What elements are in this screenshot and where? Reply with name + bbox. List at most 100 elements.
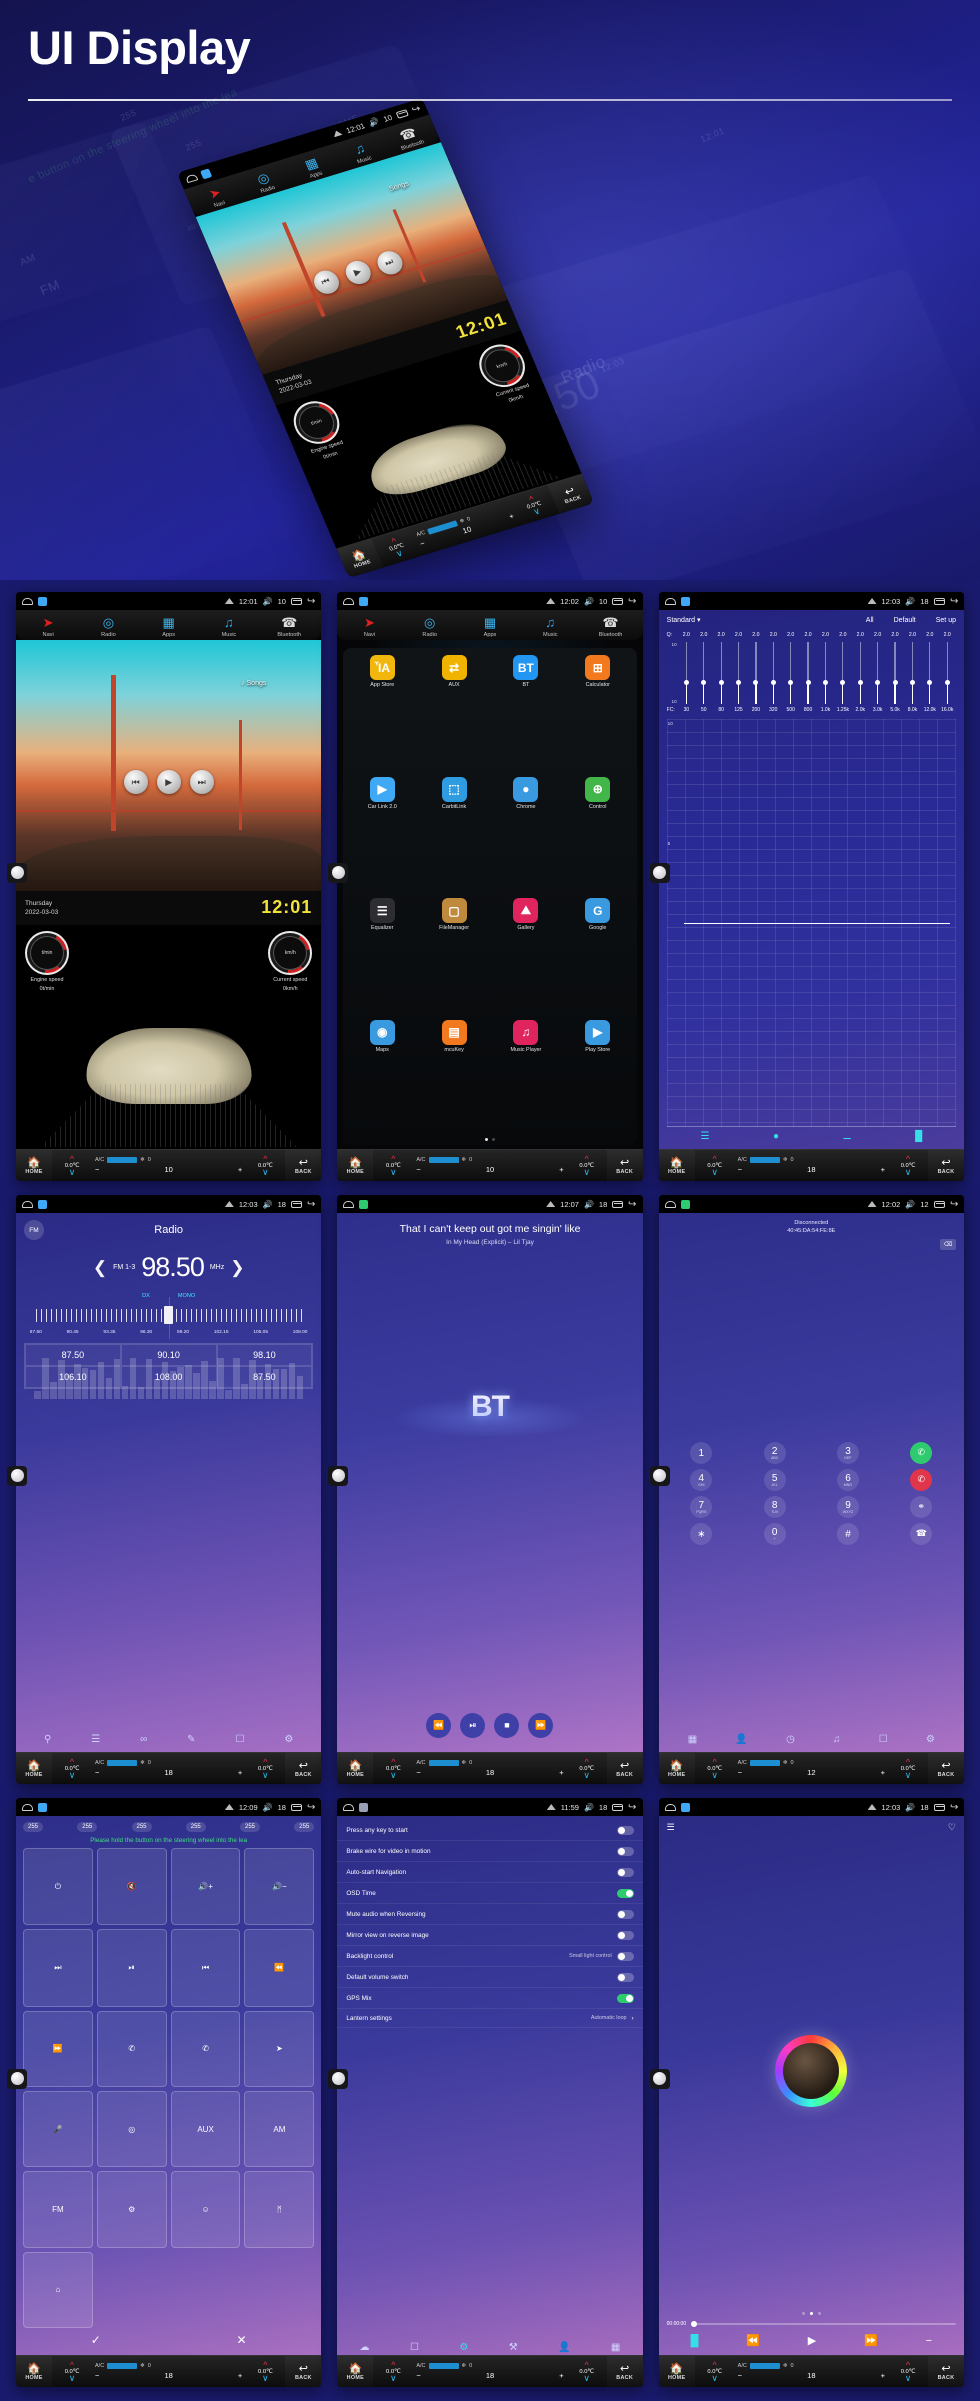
ac-label[interactable]: A/C: [95, 2363, 104, 2369]
back-button[interactable]: ↩ BACK: [928, 1150, 964, 1181]
app-tile[interactable]: ⛰ Gallery: [491, 898, 561, 1014]
tuning-dial[interactable]: [24, 1297, 313, 1339]
left-temp-control[interactable]: ^ 0.0℃ ∨: [52, 2356, 92, 2387]
nav-item-radio[interactable]: ◎ Radio: [78, 612, 138, 639]
volume-minus-button[interactable]: −: [95, 1165, 99, 1174]
eq-slider[interactable]: [939, 642, 956, 704]
home-button[interactable]: 🏠 HOME: [337, 1753, 374, 1784]
temp-up-icon[interactable]: ^: [391, 1154, 395, 1163]
nav-item-apps[interactable]: ▦ Apps: [460, 612, 520, 639]
next-track-icon[interactable]: ⏭: [23, 1929, 93, 2007]
media-preview[interactable]: ♪ Songs ⏮ ▶ ⏭: [16, 640, 322, 891]
progress-row[interactable]: 00:00:00: [667, 2319, 956, 2331]
right-temp-control[interactable]: ^ 0.0℃ ∨: [567, 1150, 607, 1181]
levels-icon[interactable]: █: [691, 2335, 699, 2347]
app-tile[interactable]: G Google: [563, 898, 633, 1014]
temp-up-icon[interactable]: ^: [713, 1154, 717, 1163]
back-button[interactable]: ↩ BACK: [606, 1150, 643, 1181]
eq-slider[interactable]: [730, 642, 747, 704]
temp-down-icon[interactable]: ∨: [905, 1770, 912, 1779]
volume-minus-button[interactable]: −: [416, 1165, 420, 1174]
right-temp-control[interactable]: ^ 0.0℃ ∨: [888, 1150, 928, 1181]
swc-aux-button[interactable]: AUX: [170, 2090, 241, 2168]
app-tile[interactable]: ▶ Play Store: [563, 1019, 633, 1136]
volume-plus-button[interactable]: +: [881, 1768, 885, 1777]
volume-minus-button[interactable]: −: [95, 2371, 99, 2380]
volume-plus-button[interactable]: +: [881, 2371, 885, 2380]
settings-row[interactable]: Backlight control Small light control: [337, 1946, 643, 1967]
edit-icon[interactable]: ✎: [187, 1734, 195, 1745]
apps-icon[interactable]: ▦: [688, 1734, 697, 1745]
temp-up-icon[interactable]: ^: [70, 1757, 74, 1766]
ac-label[interactable]: A/C: [738, 1157, 747, 1163]
call-end-icon[interactable]: ✆: [910, 1468, 933, 1491]
right-temp-control[interactable]: ^ 0.0℃ ∨: [245, 1150, 285, 1181]
settings-toggle[interactable]: [616, 1867, 634, 1877]
nav-item-bluetooth[interactable]: ☎ Bluetooth: [580, 612, 640, 639]
settings-row[interactable]: OSD Time: [337, 1883, 643, 1904]
ac-label[interactable]: A/C: [95, 1760, 104, 1766]
rewind-button[interactable]: ⏪: [746, 2334, 760, 2347]
wifi-icon[interactable]: ☁: [360, 2342, 370, 2353]
swc-am-button[interactable]: AM: [244, 2090, 315, 2168]
chevron-right-icon[interactable]: ›: [632, 2015, 634, 2022]
next-station-button[interactable]: ❯: [230, 1258, 244, 1278]
recents-icon[interactable]: [290, 597, 302, 605]
app-tile[interactable]: ● Chrome: [491, 776, 561, 893]
back-icon[interactable]: ↩: [950, 596, 958, 607]
dial-key[interactable]: 1: [690, 1441, 713, 1464]
temp-down-icon[interactable]: ∨: [390, 2373, 397, 2382]
right-temp-control[interactable]: ^ 0.0℃ ∨: [245, 1753, 285, 1784]
rewind-icon[interactable]: ⏪: [244, 1929, 315, 2007]
settings-row[interactable]: Mute audio when Reversing: [337, 1904, 643, 1925]
temp-up-icon[interactable]: ^: [391, 2360, 395, 2369]
back-icon[interactable]: ↩: [628, 1199, 636, 1210]
back-icon[interactable]: ↩: [307, 1802, 315, 1813]
dial-key[interactable]: 8 TUV: [763, 1495, 786, 1518]
volume-minus-button[interactable]: −: [738, 2371, 742, 2380]
right-temp-control[interactable]: ^ 0.0℃ ∨: [888, 1753, 928, 1784]
volume-plus-button[interactable]: +: [559, 1165, 563, 1174]
temp-down-icon[interactable]: ∨: [390, 1167, 397, 1176]
ac-label[interactable]: A/C: [95, 1157, 104, 1163]
temp-up-icon[interactable]: ^: [263, 1154, 267, 1163]
backspace-button[interactable]: ⌫: [940, 1239, 956, 1250]
eq-slider[interactable]: [817, 642, 834, 704]
stop-button[interactable]: ■: [494, 1712, 520, 1738]
app-tile[interactable]: ♫ Music Player: [491, 1019, 561, 1136]
volume-plus-button[interactable]: +: [559, 2371, 563, 2380]
rotary-knob[interactable]: [649, 1465, 670, 1486]
left-temp-control[interactable]: ^ 0.0℃ ∨: [695, 1753, 735, 1784]
home-button[interactable]: 🏠 HOME: [337, 1150, 374, 1181]
right-temp-control[interactable]: ^ 0.0℃ ∨: [567, 1753, 607, 1784]
eq-slider[interactable]: [765, 642, 782, 704]
rotary-knob[interactable]: [328, 1465, 349, 1486]
forward-button[interactable]: ⏩: [864, 2334, 878, 2347]
tools-icon[interactable]: ⚒: [509, 2342, 518, 2353]
temp-down-icon[interactable]: ∨: [711, 1770, 718, 1779]
app-tile[interactable]: ▢ FileManager: [419, 898, 489, 1014]
eq-slider[interactable]: [886, 642, 903, 704]
temp-down-icon[interactable]: ∨: [711, 1167, 718, 1176]
recents-icon[interactable]: [612, 1200, 624, 1208]
eq-slider[interactable]: [782, 642, 799, 704]
eq-slider[interactable]: [904, 642, 921, 704]
call-answer-icon[interactable]: ✆: [910, 1441, 933, 1464]
contacts-icon[interactable]: 👤: [735, 1734, 747, 1745]
temp-up-icon[interactable]: ^: [70, 1154, 74, 1163]
temp-up-icon[interactable]: ^: [585, 2360, 589, 2369]
temp-down-icon[interactable]: ∨: [905, 1167, 912, 1176]
recents-icon[interactable]: [612, 1803, 624, 1811]
back-icon[interactable]: ↩: [410, 103, 422, 116]
screen-icon[interactable]: ☐: [410, 2342, 419, 2353]
user-icon[interactable]: 👤: [558, 2342, 570, 2353]
home-button[interactable]: 🏠 HOME: [337, 2356, 374, 2387]
back-button[interactable]: ↩ BACK: [285, 1150, 322, 1181]
eq-wave-icon[interactable]: ☰: [700, 1131, 709, 1142]
settings-row[interactable]: Press any key to start: [337, 1820, 643, 1841]
loop-icon[interactable]: ∞: [140, 1734, 147, 1745]
right-temp-control[interactable]: ^ 0.0℃ ∨: [888, 2356, 928, 2387]
volume-minus-button[interactable]: −: [416, 1768, 420, 1777]
prev-track-icon[interactable]: ⏮: [170, 1929, 241, 2007]
app-tile[interactable]: ▶ Car Link 2.0: [347, 776, 417, 893]
